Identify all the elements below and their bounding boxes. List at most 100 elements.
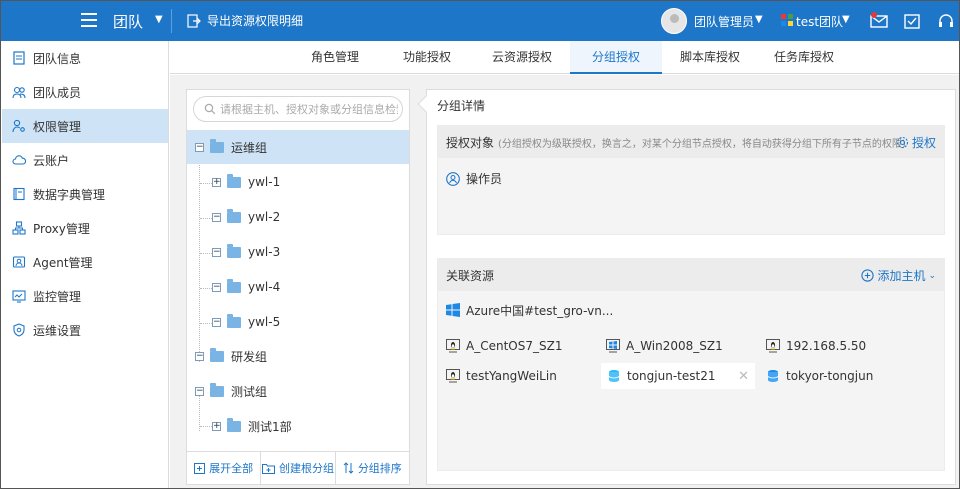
collapse-toggle[interactable]: − <box>212 247 221 257</box>
linux-icon <box>446 369 460 383</box>
remove-icon[interactable]: ✕ <box>738 369 749 384</box>
tab-task-library-auth[interactable]: 任务库授权 <box>762 41 846 74</box>
sidebar-item-proxy[interactable]: Proxy管理 <box>2 211 168 245</box>
tab-function-auth[interactable]: 功能授权 <box>392 41 462 74</box>
export-button[interactable]: 导出资源权限明细 <box>187 12 303 29</box>
detail-title: 分组详情 <box>437 99 486 113</box>
create-root-group-label: 创建根分组 <box>278 462 334 475</box>
collapse-toggle[interactable]: − <box>212 212 221 222</box>
windows-icon <box>446 303 460 317</box>
sidebar-item-team-members[interactable]: 团队成员 <box>2 75 168 109</box>
tree-node-ywl-1[interactable]: + ywl-1 <box>187 165 409 199</box>
cloud-icon <box>12 155 26 165</box>
tree-node-label: ywl-3 <box>248 245 281 259</box>
tab-cloud-resource-auth[interactable]: 云资源授权 <box>480 41 564 74</box>
chevron-down-icon[interactable]: ▼ <box>842 14 850 25</box>
expand-toggle[interactable]: + <box>212 177 221 187</box>
tree-node-ywl-2[interactable]: − ywl-2 <box>187 200 409 234</box>
search-box[interactable] <box>193 96 403 122</box>
sidebar-item-permissions[interactable]: 权限管理 <box>2 109 168 143</box>
tree-node-label: ywl-1 <box>248 175 281 189</box>
authorize-button[interactable]: 授权 <box>896 134 936 151</box>
expand-all-button[interactable]: 展开全部 <box>187 452 262 484</box>
sidebar-item-ops-settings[interactable]: 运维设置 <box>2 313 168 347</box>
expand-all-label: 展开全部 <box>209 462 254 475</box>
user-name[interactable]: 团队管理员 <box>694 13 754 30</box>
team-switcher[interactable]: test团队 <box>796 13 843 30</box>
chevron-down-icon[interactable]: ▼ <box>755 14 763 25</box>
mail-icon[interactable] <box>870 12 888 30</box>
sidebar-item-team-info[interactable]: 团队信息 <box>2 41 168 75</box>
collapse-toggle[interactable]: − <box>195 386 204 396</box>
tab-group-auth[interactable]: 分组授权 <box>570 41 662 74</box>
folder-icon <box>210 382 224 397</box>
tree-node-label: 运维组 <box>231 140 268 155</box>
menu-icon[interactable] <box>81 13 97 27</box>
export-icon <box>187 13 201 28</box>
search-icon <box>204 103 216 115</box>
tree-node-dev-group[interactable]: − 研发组 <box>187 339 409 373</box>
sidebar-item-label: 云账户 <box>33 153 70 168</box>
authorize-label: 授权 <box>911 136 936 150</box>
add-host-button[interactable]: 添加主机 ⌄ <box>861 267 936 284</box>
auth-object-header: 授权对象 (分组授权为级联授权，换言之，对某个分组节点授权，将自动获得分组下所有… <box>438 126 944 158</box>
headset-icon[interactable] <box>937 12 955 30</box>
linux-icon <box>766 339 780 353</box>
folder-icon <box>227 208 241 223</box>
collapse-toggle[interactable]: − <box>195 351 204 361</box>
tree-node-ywl-4[interactable]: − ywl-4 <box>187 270 409 304</box>
auth-object-heading: 授权对象 <box>446 135 495 150</box>
folder-icon <box>227 313 241 328</box>
sidebar-item-label: Agent管理 <box>33 255 93 270</box>
chevron-down-icon: ⌄ <box>928 270 936 281</box>
resource-host-hovered[interactable]: tongjun-test21 ✕ <box>601 363 755 389</box>
resource-label: 192.168.5.50 <box>786 339 867 353</box>
tree-node-ops-group[interactable]: − 运维组 <box>187 130 409 164</box>
tab-role-management[interactable]: 角色管理 <box>300 41 370 74</box>
folder-icon <box>227 278 241 293</box>
resource-host[interactable]: A_Win2008_SZ1 <box>606 333 723 359</box>
sidebar-item-data-dictionary[interactable]: 数据字典管理 <box>2 177 168 211</box>
resource-host[interactable]: A_CentOS7_SZ1 <box>446 333 562 359</box>
tree-footer: 展开全部 创建根分组 分组排序 <box>187 451 409 484</box>
resource-label: A_CentOS7_SZ1 <box>466 339 563 353</box>
sidebar: 团队信息 团队成员 权限管理 云账户 数据字典管理 Proxy管理 Agent管… <box>2 41 169 488</box>
resource-host[interactable]: tokyor-tongjun <box>766 363 873 389</box>
tree-node-test-dept-1[interactable]: + 测试1部 <box>187 409 409 443</box>
expand-toggle[interactable]: + <box>212 421 221 431</box>
folder-icon <box>210 347 224 362</box>
search-input[interactable] <box>220 102 398 116</box>
database-icon <box>608 370 620 382</box>
resource-label: tongjun-test21 <box>627 369 716 383</box>
team-title[interactable]: 团队 <box>113 11 143 32</box>
tree-node-label: ywl-2 <box>248 210 281 224</box>
resource-label: tokyor-tongjun <box>786 369 874 383</box>
collapse-toggle[interactable]: − <box>212 317 221 327</box>
avatar[interactable] <box>661 8 687 34</box>
chevron-down-icon[interactable]: ▼ <box>155 14 163 25</box>
collapse-toggle[interactable]: − <box>195 142 204 152</box>
tree-node-ywl-5[interactable]: − ywl-5 <box>187 305 409 339</box>
role-label: 操作员 <box>466 172 503 186</box>
tree-node-ywl-3[interactable]: − ywl-3 <box>187 235 409 269</box>
sidebar-item-agent[interactable]: Agent管理 <box>2 245 168 279</box>
collapse-toggle[interactable]: − <box>212 282 221 292</box>
expand-icon <box>194 462 206 474</box>
tab-script-library-auth[interactable]: 脚本库授权 <box>668 41 752 74</box>
task-check-icon[interactable] <box>903 12 921 30</box>
folder-icon <box>227 243 241 258</box>
sidebar-item-label: Proxy管理 <box>33 221 90 236</box>
sort-icon <box>343 462 354 474</box>
sidebar-item-monitoring[interactable]: 监控管理 <box>2 279 168 313</box>
resource-cloud-account[interactable]: Azure中国#test_gro-vn... <box>446 297 613 323</box>
sidebar-item-cloud-account[interactable]: 云账户 <box>2 143 168 177</box>
resource-host[interactable]: 192.168.5.50 <box>766 333 866 359</box>
resource-label: testYangWeiLin <box>466 369 557 383</box>
sidebar-item-label: 权限管理 <box>33 119 82 134</box>
role-chip-operator[interactable]: 操作员 <box>446 170 502 187</box>
resource-host[interactable]: testYangWeiLin <box>446 363 557 389</box>
tree-node-test-group[interactable]: − 测试组 <box>187 374 409 408</box>
group-sort-button[interactable]: 分组排序 <box>336 452 409 484</box>
group-detail-panel: 分组详情 授权对象 (分组授权为级联授权，换言之，对某个分组节点授权，将自动获得… <box>417 89 956 485</box>
create-root-group-button[interactable]: 创建根分组 <box>261 452 336 484</box>
